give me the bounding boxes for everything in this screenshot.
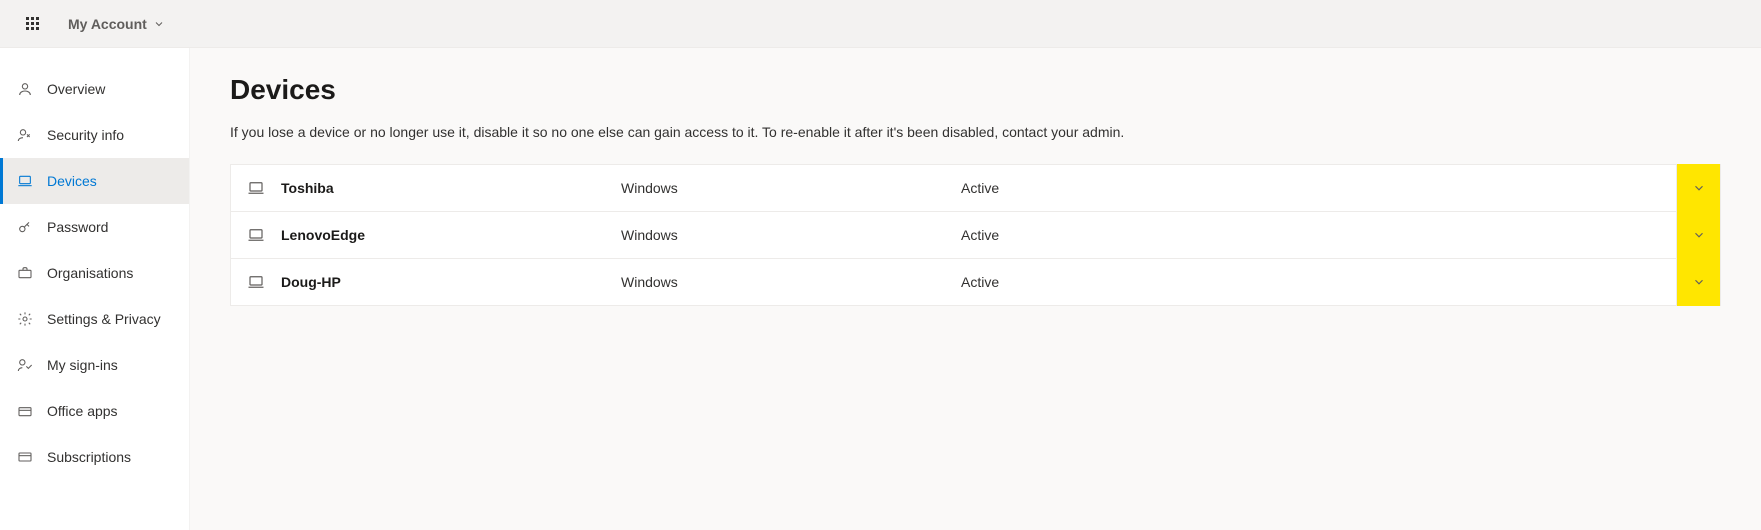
chevron-down-icon <box>1692 275 1706 289</box>
device-os: Windows <box>621 227 961 243</box>
laptop-icon <box>247 226 281 244</box>
sidebar-item-label: Subscriptions <box>47 449 131 465</box>
app-launcher-button[interactable] <box>8 0 56 48</box>
device-os: Windows <box>621 180 961 196</box>
sidebar-item-settings-privacy[interactable]: Settings & Privacy <box>0 296 189 342</box>
device-os: Windows <box>621 274 961 290</box>
sidebar-item-label: My sign-ins <box>47 357 118 373</box>
laptop-icon <box>17 173 35 189</box>
chevron-down-icon <box>1692 228 1706 242</box>
sidebar-item-label: Security info <box>47 127 124 143</box>
expand-button[interactable] <box>1676 164 1720 212</box>
expand-button[interactable] <box>1676 211 1720 259</box>
signins-icon <box>17 357 35 373</box>
sidebar-item-organisations[interactable]: Organisations <box>0 250 189 296</box>
sidebar-item-label: Devices <box>47 173 97 189</box>
sidebar: Overview Security info Devices Password <box>0 48 190 530</box>
sidebar-item-label: Office apps <box>47 403 118 419</box>
device-status: Active <box>961 227 1676 243</box>
briefcase-icon <box>17 265 35 281</box>
sidebar-item-label: Settings & Privacy <box>47 311 161 327</box>
sidebar-item-overview[interactable]: Overview <box>0 66 189 112</box>
sidebar-item-label: Organisations <box>47 265 133 281</box>
sidebar-item-devices[interactable]: Devices <box>0 158 189 204</box>
chevron-down-icon <box>1692 181 1706 195</box>
card-icon <box>17 449 35 465</box>
account-dropdown[interactable]: My Account <box>56 0 177 48</box>
apps-icon <box>17 403 35 419</box>
security-info-icon <box>17 127 35 143</box>
gear-icon <box>17 311 35 327</box>
device-name: Toshiba <box>281 180 621 196</box>
person-icon <box>17 81 35 97</box>
sidebar-item-subscriptions[interactable]: Subscriptions <box>0 434 189 480</box>
sidebar-item-label: Overview <box>47 81 105 97</box>
main-content: Devices If you lose a device or no longe… <box>190 48 1761 530</box>
page-title: Devices <box>230 74 1721 106</box>
device-list: Toshiba Windows Active LenovoEdge Window… <box>230 164 1721 306</box>
device-row[interactable]: LenovoEdge Windows Active <box>230 211 1721 259</box>
sidebar-item-password[interactable]: Password <box>0 204 189 250</box>
laptop-icon <box>247 273 281 291</box>
page-subtitle: If you lose a device or no longer use it… <box>230 124 1721 140</box>
waffle-icon <box>26 17 39 30</box>
key-icon <box>17 219 35 235</box>
device-status: Active <box>961 180 1676 196</box>
sidebar-item-label: Password <box>47 219 108 235</box>
device-status: Active <box>961 274 1676 290</box>
sidebar-item-my-signins[interactable]: My sign-ins <box>0 342 189 388</box>
device-name: LenovoEdge <box>281 227 621 243</box>
chevron-down-icon <box>153 18 165 30</box>
expand-button[interactable] <box>1676 258 1720 306</box>
top-bar: My Account <box>0 0 1761 48</box>
device-row[interactable]: Toshiba Windows Active <box>230 164 1721 212</box>
sidebar-item-security-info[interactable]: Security info <box>0 112 189 158</box>
sidebar-item-office-apps[interactable]: Office apps <box>0 388 189 434</box>
laptop-icon <box>247 179 281 197</box>
account-label: My Account <box>68 16 147 32</box>
device-name: Doug-HP <box>281 274 621 290</box>
device-row[interactable]: Doug-HP Windows Active <box>230 258 1721 306</box>
